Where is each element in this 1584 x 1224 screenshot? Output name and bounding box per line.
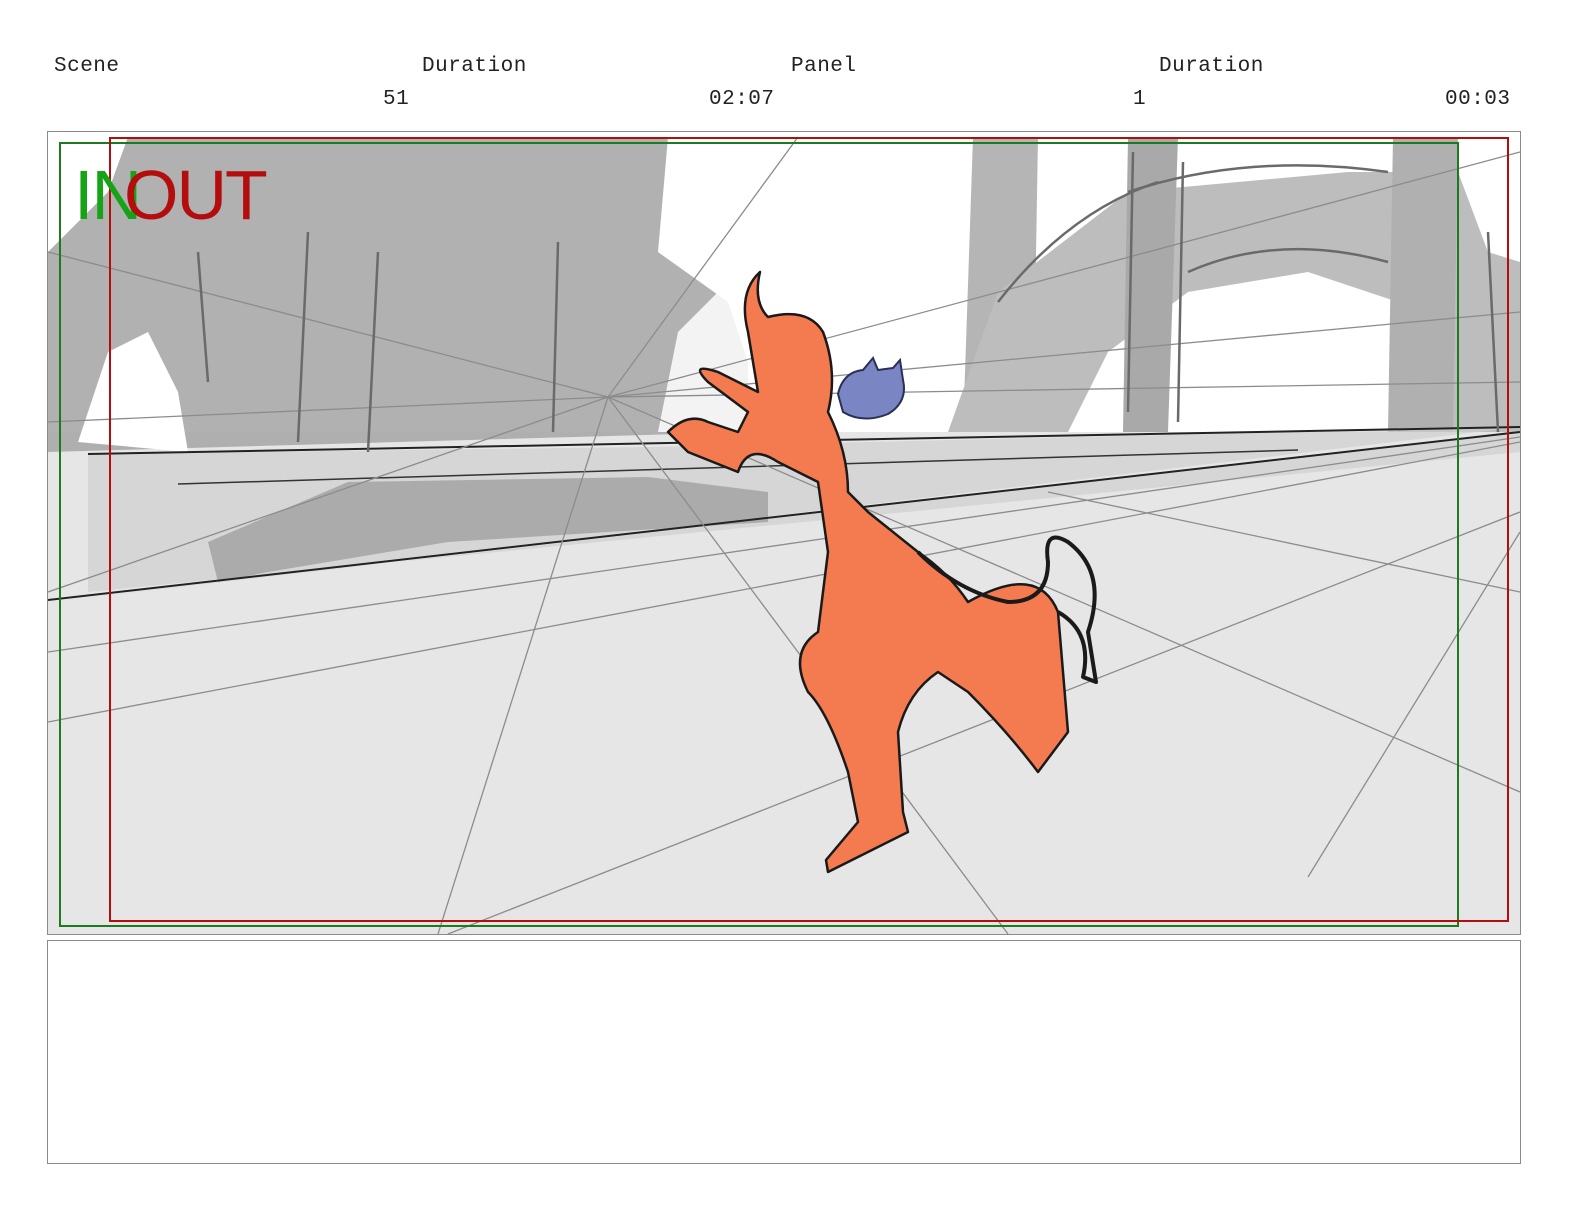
shoulder-creature (836, 356, 905, 420)
panel-duration-value: 00:03 (1445, 88, 1511, 111)
scene-duration-label: Duration (422, 55, 527, 78)
scene-label: Scene (54, 55, 120, 78)
out-marker: OUT (124, 156, 268, 234)
storyboard-panel-frame[interactable]: IN OUT (47, 131, 1521, 935)
panel-number: 1 (1133, 88, 1147, 111)
right-pillar-3 (1388, 137, 1458, 432)
panel-artwork (48, 136, 1520, 934)
scene-number: 51 (383, 88, 410, 111)
panel-duration-label: Duration (1159, 55, 1264, 78)
scene-duration-value: 02:07 (709, 88, 775, 111)
panel-notes-box[interactable] (47, 940, 1521, 1164)
panel-label: Panel (791, 55, 857, 78)
